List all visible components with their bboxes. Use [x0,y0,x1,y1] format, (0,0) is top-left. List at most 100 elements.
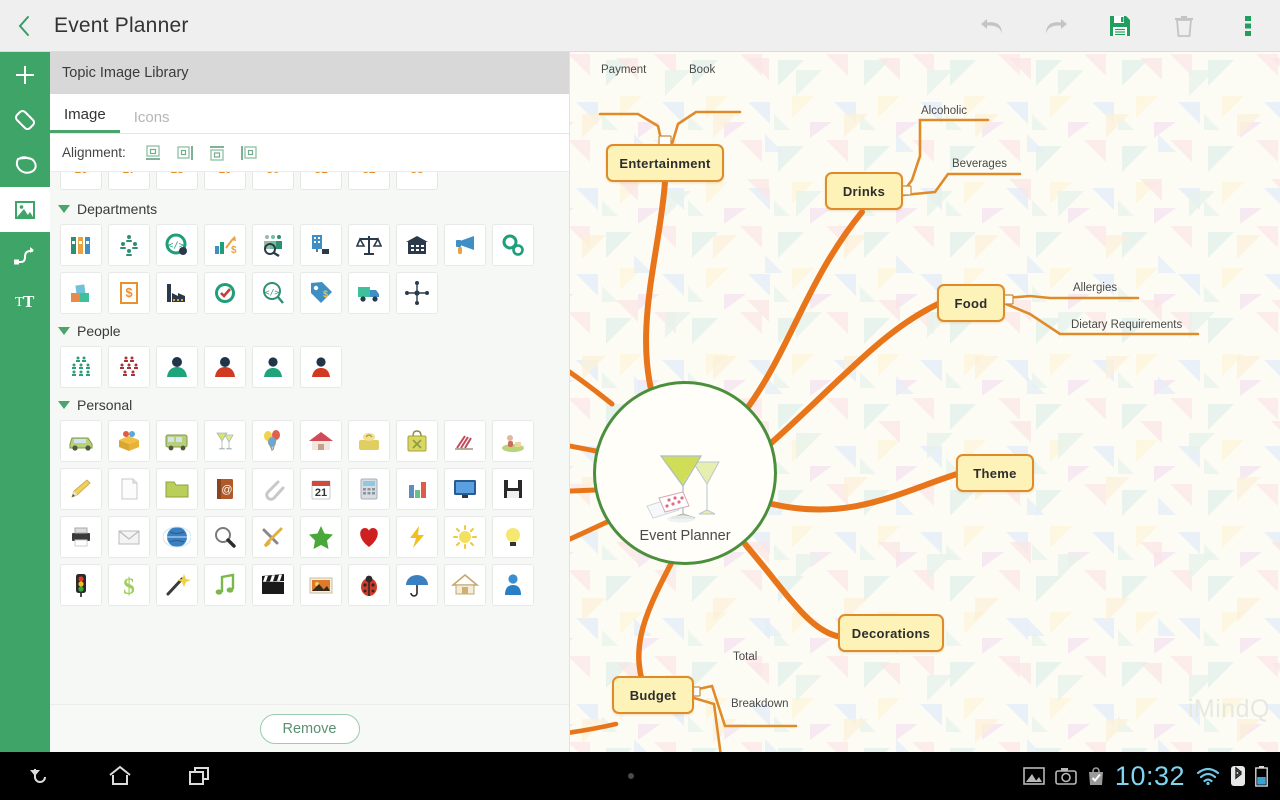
overflow-menu-button[interactable] [1216,0,1280,52]
icon-cell[interactable]: 33 [396,172,438,190]
shopping-bag-icon[interactable] [396,420,438,462]
photo-icon[interactable] [300,564,342,606]
topic-node-entertainment[interactable]: Entertainment [606,144,724,182]
finance-receipt-icon[interactable]: $ [108,272,150,314]
org-people-icon[interactable] [108,224,150,266]
folder-icon[interactable] [156,468,198,510]
product-boxes-icon[interactable] [60,272,102,314]
icon-cell[interactable]: 16 [60,172,102,190]
boundary-tool[interactable] [0,142,50,187]
monitor-icon[interactable] [444,468,486,510]
save-button[interactable] [1088,0,1152,52]
binders-icon[interactable] [60,224,102,266]
network-people-icon[interactable] [396,272,438,314]
clapperboard-icon[interactable] [252,564,294,606]
align-bottom-icon[interactable] [142,142,164,164]
add-topic-tool[interactable] [0,52,50,97]
android-recents-button[interactable] [160,752,240,800]
delivery-truck-icon[interactable] [348,272,390,314]
star-icon[interactable] [300,516,342,558]
magic-wand-icon[interactable] [156,564,198,606]
system-status-area[interactable]: 10:32 [1023,761,1280,792]
image-library-scroll[interactable]: 16 17 18 19 30 31 32 33 Departments </> … [50,172,569,704]
people-icon-grid[interactable] [50,346,569,388]
remove-button[interactable]: Remove [259,713,360,744]
picnic-icon[interactable] [492,420,534,462]
umbrella-icon[interactable] [396,564,438,606]
tab-image[interactable]: Image [50,106,120,133]
dollar-icon[interactable]: $ [108,564,150,606]
traffic-light-icon[interactable] [60,564,102,606]
quality-check-icon[interactable] [204,272,246,314]
leaf-label-allergies[interactable]: Allergies [1073,282,1117,294]
calculator-icon[interactable] [348,468,390,510]
person-red-alt-icon[interactable] [300,346,342,388]
topic-node-drinks[interactable]: Drinks [825,172,903,210]
group-green-icon[interactable] [60,346,102,388]
heart-icon[interactable] [348,516,390,558]
section-header-people[interactable]: People [50,314,569,346]
delete-button[interactable] [1152,0,1216,52]
leaf-label-alcoholic[interactable]: Alcoholic [921,105,967,117]
group-red-icon[interactable] [108,346,150,388]
relationship-tool[interactable] [0,232,50,277]
house-icon[interactable] [300,420,342,462]
tools-icon[interactable] [252,516,294,558]
leaf-label-book[interactable]: Book [689,64,715,76]
leaf-label-beverages[interactable]: Beverages [952,158,1007,170]
android-back-button[interactable] [0,752,80,800]
lightbulb-icon[interactable] [492,516,534,558]
personal-icon-grid[interactable]: @ 21 $ [50,420,569,606]
magnifier-icon[interactable] [204,516,246,558]
blank-page-icon[interactable] [108,468,150,510]
car-icon[interactable] [60,420,102,462]
factory-icon[interactable] [156,272,198,314]
cocktails-icon[interactable] [204,420,246,462]
deck-chair-icon[interactable] [444,420,486,462]
hyperlink-tool[interactable] [0,97,50,142]
megaphone-icon[interactable] [444,224,486,266]
tab-icons[interactable]: Icons [120,109,184,133]
section-header-departments[interactable]: Departments [50,192,569,224]
undo-button[interactable] [960,0,1024,52]
gears-icon[interactable] [492,224,534,266]
office-building-icon[interactable] [300,224,342,266]
legal-scales-icon[interactable] [348,224,390,266]
leaf-label-breakdown[interactable]: Breakdown [731,698,789,710]
bus-icon[interactable] [156,420,198,462]
market-research-icon[interactable] [252,224,294,266]
music-note-icon[interactable] [204,564,246,606]
code-search-icon[interactable]: </> [252,272,294,314]
icon-cell[interactable]: 18 [156,172,198,190]
sun-icon[interactable] [444,516,486,558]
floppy-disk-icon[interactable] [492,468,534,510]
person-green-icon[interactable] [156,346,198,388]
envelope-icon[interactable] [108,516,150,558]
mindmap-center-node[interactable]: Event Planner [593,381,777,565]
section-header-personal[interactable]: Personal [50,388,569,420]
topic-node-budget[interactable]: Budget [612,676,694,714]
ladybug-icon[interactable] [348,564,390,606]
lightning-icon[interactable] [396,516,438,558]
align-top-icon[interactable] [206,142,228,164]
calendar-21-icon[interactable]: 21 [300,468,342,510]
leaf-label-dietary-requirements[interactable]: Dietary Requirements [1071,319,1182,331]
gift-box-icon[interactable] [108,420,150,462]
globe-icon[interactable] [156,516,198,558]
redo-button[interactable] [1024,0,1088,52]
topic-node-theme[interactable]: Theme [956,454,1034,492]
person-red-icon[interactable] [204,346,246,388]
icon-cell[interactable]: 30 [252,172,294,190]
warehouse-icon[interactable] [396,224,438,266]
price-tag-dollar-icon[interactable]: $ [300,272,342,314]
leaf-label-payment[interactable]: Payment [601,64,646,76]
balloons-icon[interactable] [252,420,294,462]
bar-chart-icon[interactable] [396,468,438,510]
paperclip-icon[interactable] [252,468,294,510]
user-blue-icon[interactable] [492,564,534,606]
money-gift-icon[interactable] [348,420,390,462]
topic-node-food[interactable]: Food [937,284,1005,322]
address-book-icon[interactable]: @ [204,468,246,510]
pencil-icon[interactable] [60,468,102,510]
icon-cell[interactable]: 32 [348,172,390,190]
